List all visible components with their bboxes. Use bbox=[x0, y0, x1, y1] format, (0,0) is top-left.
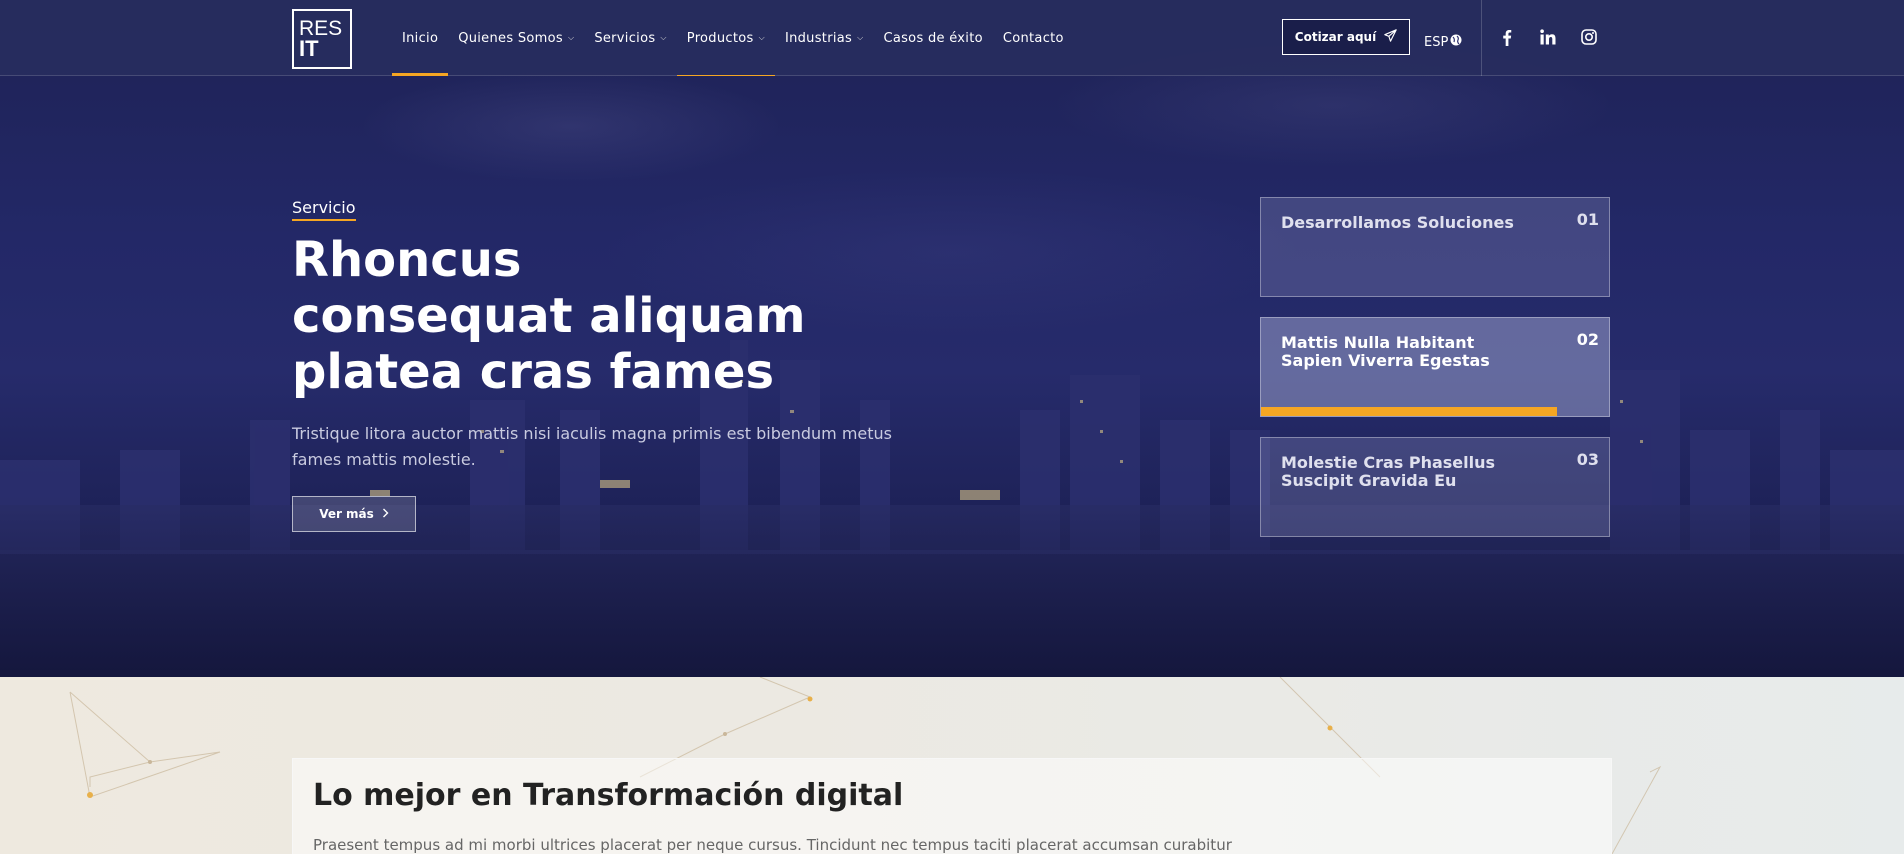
menu-item-label: Industrias bbox=[784, 30, 853, 46]
intro-section: Lo mejor en Transformación digital Praes… bbox=[0, 677, 1904, 854]
facebook-icon[interactable] bbox=[1496, 24, 1518, 50]
see-more-button[interactable]: Ver más bbox=[292, 496, 416, 532]
menu-item-contacto[interactable]: Contacto bbox=[993, 0, 1074, 76]
section-title: Lo mejor en Transformación digital bbox=[313, 778, 904, 813]
menu-item-label: Servicios bbox=[594, 30, 656, 46]
menu-item-casos-de-exito[interactable]: Casos de éxito bbox=[873, 0, 992, 76]
intro-panel: Lo mejor en Transformación digital Praes… bbox=[292, 758, 1612, 854]
quote-button[interactable]: Cotizar aquí bbox=[1282, 19, 1410, 55]
menu-item-industrias[interactable]: Industrias ⌵ bbox=[775, 0, 874, 76]
linkedin-icon[interactable] bbox=[1537, 24, 1559, 50]
hero-title: Rhoncus consequat aliquam platea cras fa… bbox=[292, 232, 806, 400]
menu-item-label: Contacto bbox=[1002, 30, 1064, 46]
river-water bbox=[0, 505, 1904, 677]
slide-card-number: 02 bbox=[1576, 330, 1599, 349]
slide-card-title: Desarrollamos Soluciones bbox=[1281, 213, 1514, 232]
chevron-down-icon: ⌵ bbox=[567, 33, 575, 42]
paper-plane-icon bbox=[1384, 29, 1397, 45]
section-text: Praesent tempus ad mi morbi ultrices pla… bbox=[313, 836, 1232, 854]
main-menu: Inicio Quienes Somos ⌵ Servicios ⌵ Produ… bbox=[392, 0, 1074, 76]
chevron-down-icon: ⌵ bbox=[857, 33, 864, 42]
slide-card-number: 03 bbox=[1576, 450, 1599, 469]
menu-item-servicios[interactable]: Servicios ⌵ bbox=[584, 0, 676, 76]
slide-card-number: 01 bbox=[1576, 210, 1599, 229]
menu-item-label: Quienes Somos bbox=[458, 30, 563, 46]
hero-banner bbox=[0, 0, 1904, 677]
logo-text-bottom: IT bbox=[299, 36, 319, 61]
slide-card-title: Mattis Nulla Habitant Sapien Viverra Ege… bbox=[1281, 333, 1490, 370]
menu-item-label: Inicio bbox=[402, 30, 439, 46]
menu-item-label: Productos bbox=[686, 30, 754, 46]
globe-icon bbox=[1450, 34, 1462, 50]
menu-item-productos[interactable]: Productos ⌵ bbox=[676, 0, 776, 76]
instagram-icon[interactable] bbox=[1578, 24, 1600, 50]
menu-item-label: Casos de éxito bbox=[883, 30, 983, 46]
quote-button-label: Cotizar aquí bbox=[1294, 30, 1377, 44]
nav-divider bbox=[1481, 0, 1482, 76]
menu-item-quienes-somos[interactable]: Quienes Somos ⌵ bbox=[448, 0, 584, 76]
slide-card-1[interactable]: Desarrollamos Soluciones 01 bbox=[1260, 197, 1610, 297]
hero-eyebrow: Servicio bbox=[292, 198, 356, 221]
menu-item-inicio[interactable]: Inicio bbox=[392, 0, 449, 76]
chevron-down-icon: ⌵ bbox=[660, 33, 667, 42]
language-selector[interactable]: ESP bbox=[1424, 34, 1462, 50]
brand-logo[interactable]: RES IT bbox=[292, 9, 352, 69]
language-label: ESP bbox=[1424, 34, 1449, 50]
top-navigation: RES IT Inicio Quienes Somos ⌵ Servicios … bbox=[0, 0, 1904, 76]
slide-card-title: Molestie Cras Phasellus Suscipit Gravida… bbox=[1281, 453, 1496, 490]
hero-description: Tristique litora auctor mattis nisi iacu… bbox=[292, 424, 893, 469]
chevron-down-icon: ⌵ bbox=[758, 33, 765, 42]
social-links bbox=[1496, 24, 1600, 50]
slide-progress-bar bbox=[1261, 407, 1557, 416]
slide-card-3[interactable]: Molestie Cras Phasellus Suscipit Gravida… bbox=[1260, 437, 1610, 537]
chevron-right-icon bbox=[382, 507, 389, 521]
slide-card-2[interactable]: Mattis Nulla Habitant Sapien Viverra Ege… bbox=[1260, 317, 1610, 417]
see-more-label: Ver más bbox=[319, 507, 374, 521]
